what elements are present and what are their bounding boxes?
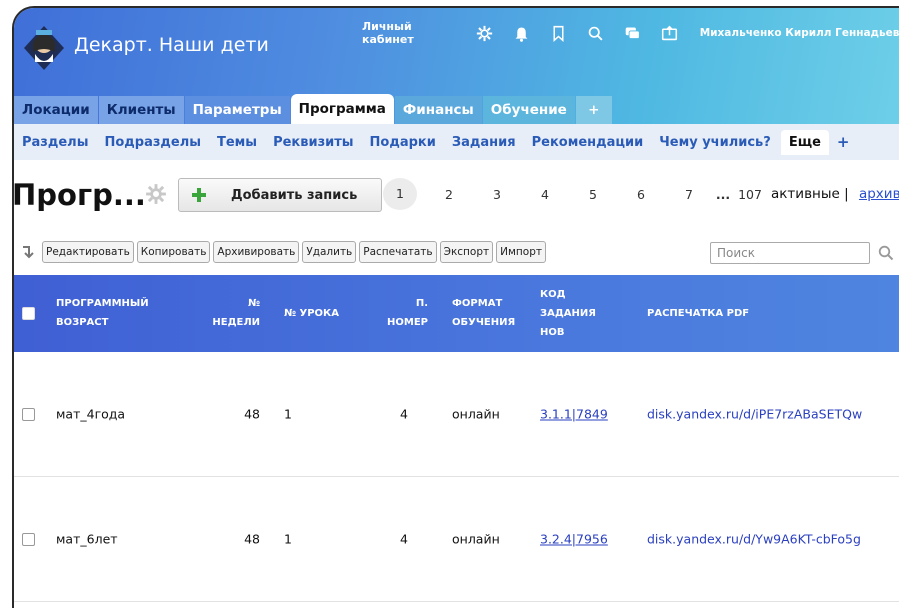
tab-program[interactable]: Программа [290,94,394,124]
chat-icon[interactable] [624,24,641,42]
top-navigation: Личный кабинет Михальченко Кирилл Геннад… [362,20,899,46]
cell-format: онлайн [452,406,500,422]
settings-gear-icon[interactable] [145,183,167,205]
share-icon[interactable] [661,24,678,42]
main-tabs: Локации Клиенты Параметры Программа Фина… [14,94,613,124]
cell-week: 48 [244,406,260,422]
tab-finance[interactable]: Финансы [394,96,482,124]
cell-pdf-link[interactable]: disk.yandex.ru/d/iPE7rzABaSETQw [647,407,862,422]
cell-lesson: 1 [284,531,292,547]
tab-clients[interactable]: Клиенты [98,96,184,124]
page-5[interactable]: 5 [569,187,617,202]
row-checkbox[interactable] [22,533,35,546]
status-filter: активные | архив [771,186,899,202]
bookmark-icon[interactable] [550,24,567,42]
gear-icon[interactable] [476,24,493,42]
page-ellipsis: ... [715,186,731,202]
app-window: Декарт. Наши дети Личный кабинет Михальч… [12,6,899,608]
col-week[interactable]: № НЕДЕЛИ [210,294,260,332]
page-7[interactable]: 7 [665,187,713,202]
cell-pdf-link[interactable]: disk.yandex.ru/d/Yw9A6KT-cbFo5g [647,532,861,547]
subtab-props[interactable]: Реквизиты [273,135,353,150]
page-last[interactable]: 107 [733,187,767,202]
print-button[interactable]: Распечатать [359,241,437,263]
cell-age: мат_6лет [56,531,118,547]
row-checkbox[interactable] [22,408,35,421]
plus-icon [192,188,206,202]
personal-cabinet-link[interactable]: Личный кабинет [362,20,456,46]
page-1[interactable]: 1 [383,178,417,210]
app-title: Декарт. Наши дети [74,34,269,56]
active-filter[interactable]: активные [771,186,840,202]
page-6[interactable]: 6 [617,187,665,202]
cell-num: 4 [400,406,408,422]
col-pdf[interactable]: РАСПЕЧАТКА PDF [647,304,749,323]
delete-button[interactable]: Удалить [302,241,357,263]
col-num[interactable]: П. НОМЕР [378,294,428,332]
sort-arrow-icon[interactable] [22,245,36,259]
search-icon[interactable] [878,245,894,261]
tab-locations[interactable]: Локации [14,96,98,124]
subtab-subsections[interactable]: Подразделы [104,135,201,150]
cell-lesson: 1 [284,406,292,422]
archive-button[interactable]: Архивировать [213,241,300,263]
search-icon[interactable] [587,24,604,42]
cell-code-link[interactable]: 3.1.1|7849 [540,407,608,422]
cell-age: мат_4года [56,406,126,422]
page-2[interactable]: 2 [425,187,473,202]
search-input[interactable]: Поиск [710,242,870,264]
select-all-checkbox[interactable] [22,307,35,320]
subtab-more[interactable]: Еще [780,129,829,155]
subtab-sections[interactable]: Разделы [22,135,88,150]
cell-format: онлайн [452,531,500,547]
filter-separator: | [844,186,849,202]
page-title: Прогр... [12,178,146,212]
pagination: 1 2 3 4 5 6 7 ... 107 активные | архив [383,178,899,210]
add-record-button[interactable]: Добавить запись [178,178,382,212]
add-tab-button[interactable]: + [575,96,612,124]
table-row[interactable]: мат_6лет 48 1 4 онлайн 3.2.4|7956 disk.y… [14,477,899,602]
user-name[interactable]: Михальченко Кирилл Геннадьевич [700,27,899,39]
cell-code-link[interactable]: 3.2.4|7956 [540,532,608,547]
logo-icon [24,26,64,70]
add-subtab-button[interactable]: + [837,133,850,151]
subtab-topics[interactable]: Темы [217,135,257,150]
subtab-recommendations[interactable]: Рекомендации [532,135,644,150]
edit-button[interactable]: Редактировать [42,241,134,263]
col-format[interactable]: ФОРМАТ ОБУЧЕНИЯ [452,294,515,332]
table-row[interactable]: мат_4года 48 1 4 онлайн 3.1.1|7849 disk.… [14,352,899,477]
import-button[interactable]: Импорт [496,241,546,263]
sub-tabs: Разделы Подразделы Темы Реквизиты Подарк… [14,124,899,160]
page-3[interactable]: 3 [473,187,521,202]
bell-icon[interactable] [513,24,530,42]
tab-parameters[interactable]: Параметры [184,96,290,124]
table-header: ПРОГРАММНЫЙ ВОЗРАСТ № НЕДЕЛИ № УРОКА П. … [14,275,899,352]
cell-num: 4 [400,531,408,547]
app-header: Декарт. Наши дети Личный кабинет Михальч… [14,8,899,124]
tab-education[interactable]: Обучение [482,96,575,124]
col-age[interactable]: ПРОГРАММНЫЙ ВОЗРАСТ [56,294,149,332]
cell-week: 48 [244,531,260,547]
archive-filter[interactable]: архив [859,186,899,202]
add-record-label: Добавить запись [231,187,358,203]
subtab-tasks[interactable]: Задания [452,135,516,150]
page-4[interactable]: 4 [521,187,569,202]
col-lesson[interactable]: № УРОКА [284,304,339,323]
subtab-gifts[interactable]: Подарки [370,135,436,150]
subtab-what-learned[interactable]: Чему учились? [659,135,771,150]
col-code[interactable]: КОД ЗАДАНИЯ НОВ [540,285,596,342]
export-button[interactable]: Экспорт [439,241,494,263]
copy-button[interactable]: Копировать [136,241,211,263]
